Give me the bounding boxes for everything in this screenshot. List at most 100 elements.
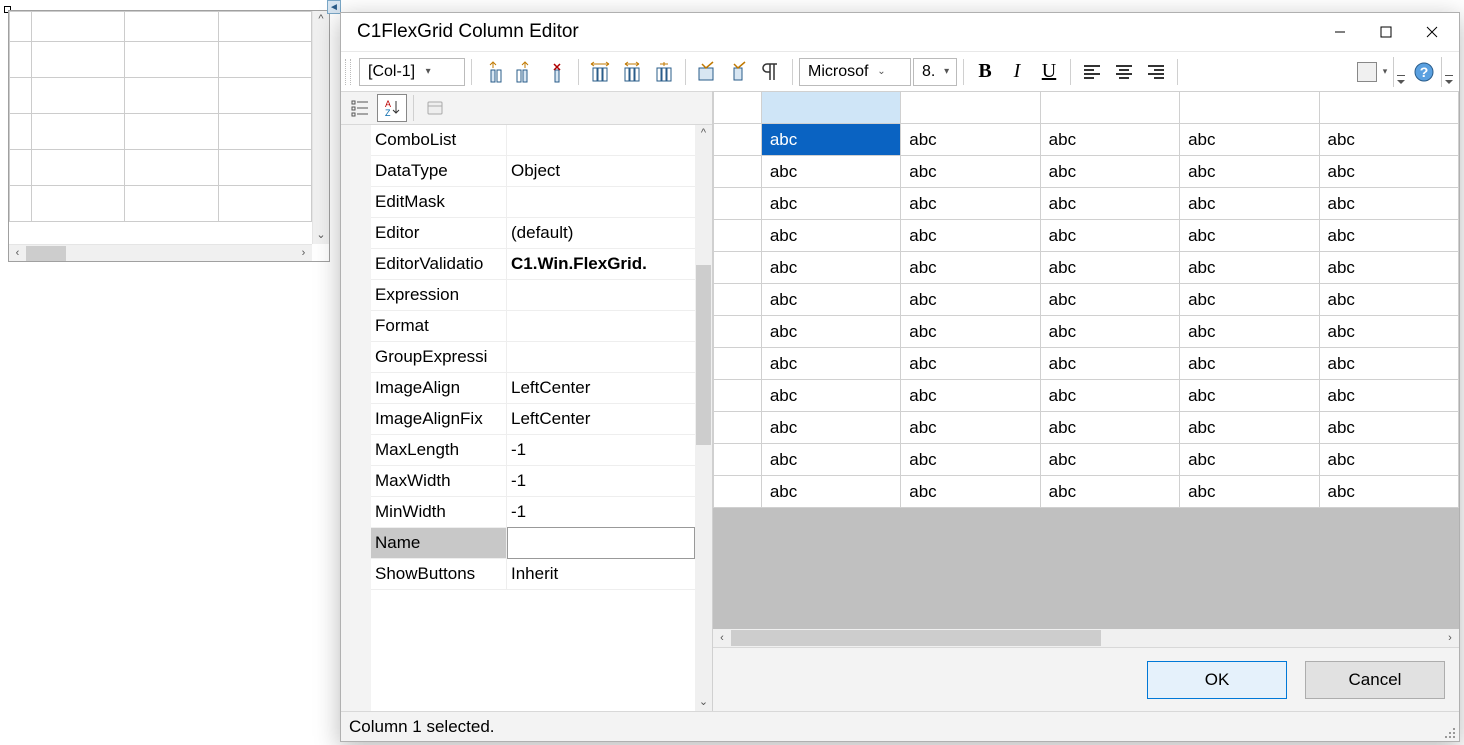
designer-flexgrid[interactable]: ^ ⌄ ‹ › (8, 10, 330, 262)
grid-cell[interactable]: abc (1180, 444, 1319, 476)
maximize-button[interactable] (1363, 16, 1409, 48)
property-row[interactable]: ShowButtonsInherit (371, 559, 695, 590)
grid-cell[interactable]: abc (1040, 348, 1179, 380)
widen-column-button[interactable] (585, 57, 615, 87)
font-name-dropdown[interactable]: Microsof ⌄ (799, 58, 911, 86)
color-picker-button[interactable] (1357, 62, 1377, 82)
column-header[interactable] (901, 92, 1040, 124)
grid-cell[interactable]: abc (1040, 476, 1179, 508)
grid-cell[interactable]: abc (1180, 412, 1319, 444)
grid-cell[interactable]: abc (1180, 348, 1319, 380)
property-value[interactable]: LeftCenter (507, 404, 695, 434)
row-header[interactable] (714, 380, 762, 412)
preview-scrollbar-horizontal[interactable]: ‹ › (713, 629, 1459, 647)
bold-button[interactable]: B (970, 57, 1000, 87)
help-button[interactable]: ? (1409, 57, 1439, 87)
grid-cell[interactable]: abc (901, 220, 1040, 252)
grid-cell[interactable]: abc (1040, 316, 1179, 348)
scroll-thumb[interactable] (731, 630, 1101, 646)
align-right-button[interactable] (1141, 57, 1171, 87)
autosize-column-button[interactable] (649, 57, 679, 87)
paragraph-button[interactable] (756, 57, 786, 87)
property-row[interactable]: GroupExpressi (371, 342, 695, 373)
grid-cell[interactable]: abc (1180, 188, 1319, 220)
property-value[interactable]: Object (507, 156, 695, 186)
scroll-thumb[interactable] (696, 265, 711, 445)
grid-cell[interactable]: abc (901, 380, 1040, 412)
toolbar-overflow[interactable] (1393, 57, 1407, 87)
grid-cell[interactable]: abc (1180, 316, 1319, 348)
grid-cell[interactable]: abc (1319, 380, 1459, 412)
grid-cell[interactable]: abc (901, 412, 1040, 444)
property-value[interactable]: -1 (507, 466, 695, 496)
property-row[interactable]: Editor(default) (371, 218, 695, 249)
grid-cell[interactable]: abc (761, 284, 900, 316)
property-row[interactable]: MaxLength-1 (371, 435, 695, 466)
bg-scrollbar-horizontal[interactable]: ‹ › (9, 244, 312, 261)
grid-cell[interactable]: abc (1040, 380, 1179, 412)
bg-scrollbar-vertical[interactable]: ^ ⌄ (312, 11, 329, 244)
grid-cell[interactable]: abc (761, 348, 900, 380)
align-center-button[interactable] (1109, 57, 1139, 87)
property-row[interactable]: ComboList (371, 125, 695, 156)
grid-cell[interactable]: abc (1319, 412, 1459, 444)
insert-column-right-button[interactable] (510, 57, 540, 87)
grid-cell[interactable]: abc (1040, 156, 1179, 188)
property-row[interactable]: Name (371, 528, 695, 559)
grid-cell[interactable]: abc (1319, 220, 1459, 252)
scroll-right-icon[interactable]: › (1441, 632, 1459, 644)
property-value[interactable]: -1 (507, 497, 695, 527)
corner-header[interactable] (714, 92, 762, 124)
propertygrid-scrollbar[interactable]: ^ ⌄ (695, 125, 712, 711)
grid-cell[interactable]: abc (901, 444, 1040, 476)
row-header[interactable] (714, 188, 762, 220)
close-button[interactable] (1409, 16, 1455, 48)
grid-cell[interactable]: abc (901, 476, 1040, 508)
ok-button[interactable]: OK (1147, 661, 1287, 699)
scroll-right-icon[interactable]: › (295, 247, 312, 259)
font-size-dropdown[interactable]: 8. ▾ (913, 58, 957, 86)
chevron-down-icon[interactable]: ▾ (1379, 66, 1391, 77)
property-value[interactable]: C1.Win.FlexGrid. (507, 249, 695, 279)
select-all-columns-button[interactable] (692, 57, 722, 87)
grid-cell[interactable]: abc (761, 412, 900, 444)
preview-flexgrid[interactable]: abcabcabcabcabcabcabcabcabcabcabcabcabca… (713, 91, 1459, 508)
property-value[interactable] (507, 311, 695, 341)
grid-cell[interactable]: abc (1180, 284, 1319, 316)
grid-cell[interactable]: abc (1040, 412, 1179, 444)
grid-cell[interactable]: abc (761, 124, 900, 156)
toolbar-grip[interactable] (345, 59, 351, 85)
row-header[interactable] (714, 316, 762, 348)
grid-cell[interactable]: abc (1040, 444, 1179, 476)
scroll-left-icon[interactable]: ‹ (9, 247, 26, 259)
row-header[interactable] (714, 348, 762, 380)
property-pages-button[interactable] (420, 94, 450, 122)
grid-cell[interactable]: abc (1040, 124, 1179, 156)
row-header[interactable] (714, 476, 762, 508)
scroll-up-icon[interactable]: ^ (695, 125, 712, 142)
property-row[interactable]: ImageAlignLeftCenter (371, 373, 695, 404)
alphabetical-button[interactable]: AZ (377, 94, 407, 122)
column-header[interactable] (1040, 92, 1179, 124)
minimize-button[interactable] (1317, 16, 1363, 48)
grid-cell[interactable]: abc (761, 188, 900, 220)
insert-column-left-button[interactable] (478, 57, 508, 87)
scroll-down-icon[interactable]: ⌄ (695, 694, 712, 711)
property-value[interactable] (507, 125, 695, 155)
grid-cell[interactable]: abc (761, 380, 900, 412)
column-selector-dropdown[interactable]: [Col-1] ▾ (359, 58, 465, 86)
grid-cell[interactable]: abc (1319, 252, 1459, 284)
property-value[interactable] (507, 527, 695, 559)
grid-cell[interactable]: abc (1319, 188, 1459, 220)
grid-cell[interactable]: abc (901, 284, 1040, 316)
row-header[interactable] (714, 220, 762, 252)
resize-grip[interactable] (1443, 725, 1457, 739)
grid-cell[interactable]: abc (1040, 284, 1179, 316)
scroll-down-icon[interactable]: ⌄ (313, 227, 329, 244)
cancel-button[interactable]: Cancel (1305, 661, 1445, 699)
property-row[interactable]: Format (371, 311, 695, 342)
toggle-visible-button[interactable] (724, 57, 754, 87)
grid-cell[interactable]: abc (1040, 188, 1179, 220)
narrow-column-button[interactable] (617, 57, 647, 87)
grid-cell[interactable]: abc (1319, 316, 1459, 348)
